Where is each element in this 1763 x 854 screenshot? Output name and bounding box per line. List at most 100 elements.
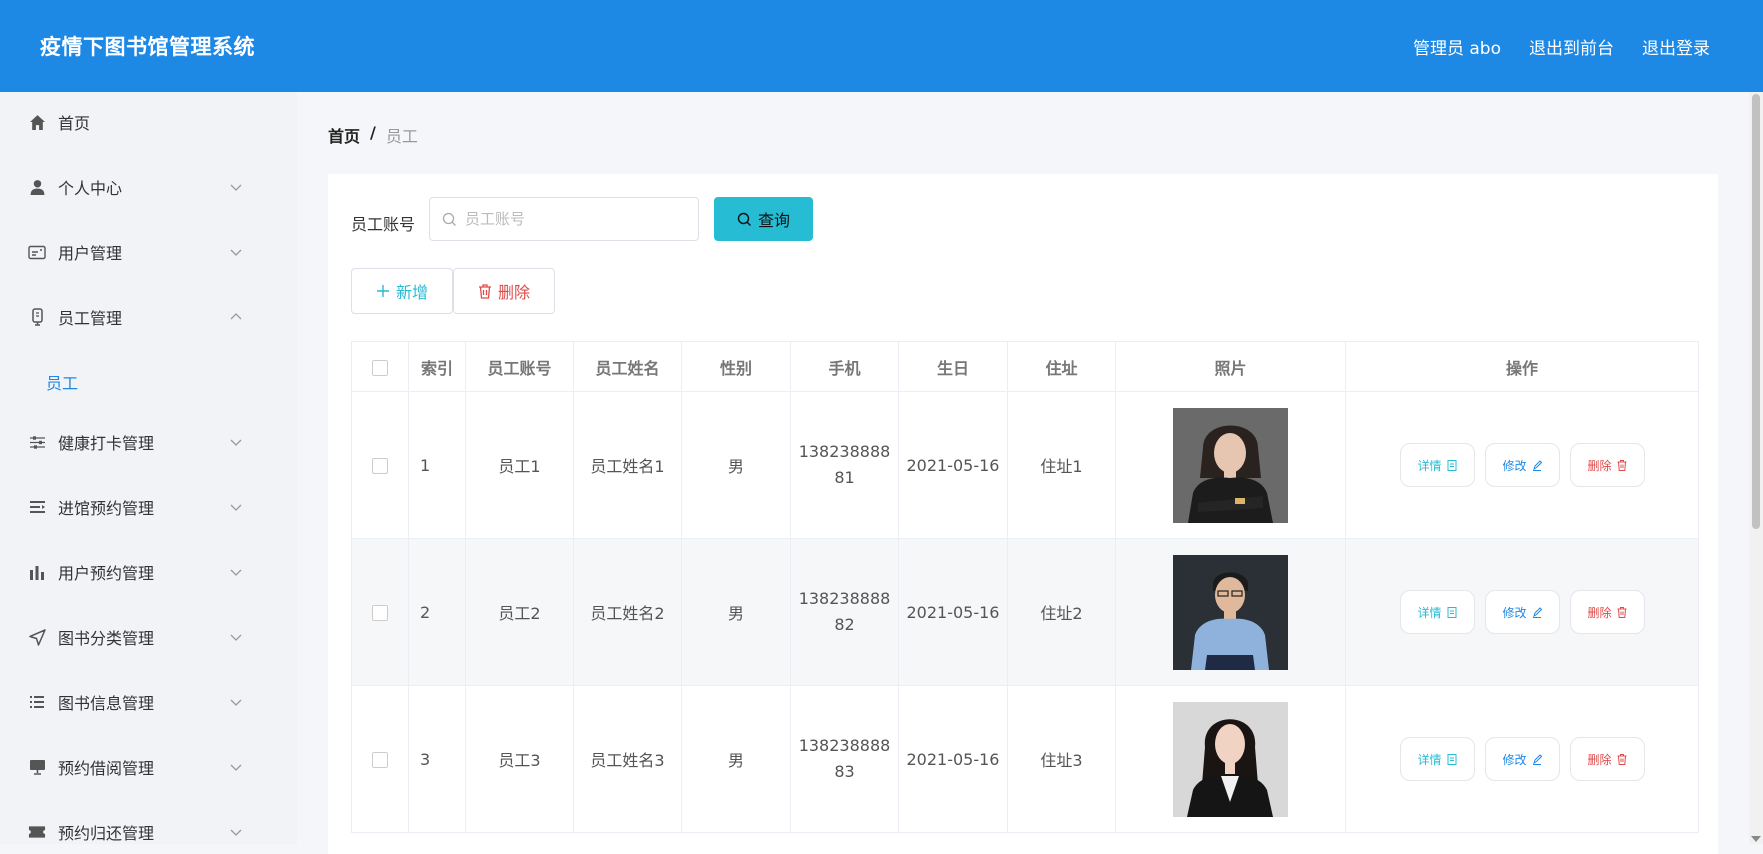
document-icon [1447, 459, 1456, 471]
sidebar-item-borrow-reservation[interactable]: 预约借阅管理 [0, 747, 297, 787]
bar-chart-icon [28, 563, 46, 581]
sidebar-item-entry-reservation[interactable]: 进馆预约管理 [0, 487, 297, 527]
row-name: 员工姓名1 [573, 391, 682, 539]
sidebar-item-user-reservation[interactable]: 用户预约管理 [0, 552, 297, 592]
sidebar-item-label: 首页 [58, 114, 91, 133]
breadcrumb: 首页 / 员工 [328, 123, 418, 147]
row-index: 3 [408, 685, 466, 833]
sidebar-item-label: 用户预约管理 [58, 564, 155, 583]
trash-icon [478, 283, 491, 299]
row-select-cell [351, 391, 409, 539]
detail-label: 详情 [1417, 605, 1442, 620]
page-scrollbar[interactable] [1749, 92, 1763, 844]
header-phone: 手机 [790, 341, 899, 392]
row-delete-button[interactable]: 删除 [1569, 737, 1645, 781]
edit-label: 修改 [1502, 605, 1527, 620]
sidebar-item-label: 预约归还管理 [58, 824, 155, 843]
header-actions: 操作 [1345, 341, 1699, 392]
user-icon [28, 178, 46, 196]
scroll-down-arrow-icon[interactable] [1751, 836, 1761, 842]
sidebar-item-label: 个人中心 [58, 179, 123, 198]
chevron-up-icon [230, 313, 242, 320]
query-button-label: 查询 [757, 211, 790, 230]
row-index: 1 [408, 391, 466, 539]
sidebar-item-health-checkin[interactable]: 健康打卡管理 [0, 422, 297, 462]
breadcrumb-home[interactable]: 首页 [328, 123, 360, 147]
chevron-down-icon [230, 439, 242, 446]
admin-link[interactable]: 管理员 abo [1413, 34, 1501, 59]
sidebar-item-label: 进馆预约管理 [58, 499, 155, 518]
id-card-icon [28, 243, 46, 261]
edit-icon [1532, 606, 1542, 618]
chevron-down-icon [230, 764, 242, 771]
row-account: 员工1 [465, 391, 574, 539]
exit-to-front-link[interactable]: 退出到前台 [1529, 34, 1614, 59]
phone-line-1: 138238888 [798, 442, 891, 461]
delete-label: 删除 [1587, 458, 1612, 473]
phone-line-2: 81 [834, 468, 855, 487]
sidebar-item-label: 图书分类管理 [58, 629, 155, 648]
table-row: 3 员工3 员工姓名3 男 138238888 83 2021-05-16 住址3 [351, 685, 1699, 833]
chevron-down-icon [230, 249, 242, 256]
search-icon [442, 212, 456, 226]
row-delete-button[interactable]: 删除 [1569, 590, 1645, 634]
sidebar-item-user-management[interactable]: 用户管理 [0, 232, 297, 272]
row-edit-button[interactable]: 修改 [1484, 590, 1560, 634]
select-all-checkbox[interactable] [372, 359, 388, 376]
batch-delete-button[interactable]: 删除 [453, 268, 555, 314]
row-birthday: 2021-05-16 [898, 538, 1008, 686]
phone-line-2: 83 [834, 762, 855, 781]
row-delete-button[interactable]: 删除 [1569, 443, 1645, 487]
send-icon [28, 628, 46, 646]
monitor-icon [28, 758, 46, 776]
row-gender: 男 [681, 685, 791, 833]
edit-icon [1532, 459, 1542, 471]
row-detail-button[interactable]: 详情 [1399, 737, 1475, 781]
sidebar-subitem-staff[interactable]: 员工 [46, 370, 78, 394]
row-gender: 男 [681, 538, 791, 686]
row-account: 员工3 [465, 685, 574, 833]
row-photo-cell [1115, 391, 1346, 539]
top-bar: 疫情下图书馆管理系统 管理员 abo 退出到前台 退出登录 [0, 0, 1763, 92]
logout-link[interactable]: 退出登录 [1642, 34, 1710, 59]
sidebar-item-staff-management[interactable]: 员工管理 [0, 297, 297, 337]
detail-label: 详情 [1417, 458, 1442, 473]
sidebar-item-return-reservation[interactable]: 预约归还管理 [0, 812, 297, 844]
row-edit-button[interactable]: 修改 [1484, 443, 1560, 487]
sidebar-item-label: 预约借阅管理 [58, 759, 155, 778]
row-edit-button[interactable]: 修改 [1484, 737, 1560, 781]
plus-icon [376, 285, 389, 297]
ticket-icon [28, 823, 46, 841]
header-select-all[interactable] [351, 341, 409, 392]
row-name: 员工姓名3 [573, 685, 682, 833]
header-name: 员工姓名 [573, 341, 682, 392]
main-content: 首页 / 员工 员工账号 查询 新增 删除 [297, 92, 1749, 854]
sidebar-item-label: 图书信息管理 [58, 694, 155, 713]
sidebar-item-book-info[interactable]: 图书信息管理 [0, 682, 297, 722]
row-photo-cell [1115, 538, 1346, 686]
row-checkbox[interactable] [372, 752, 388, 768]
chevron-down-icon [230, 504, 242, 511]
sidebar-item-home[interactable]: 首页 [0, 102, 297, 142]
chevron-down-icon [230, 699, 242, 706]
chevron-down-icon [230, 184, 242, 191]
delete-button-label: 删除 [497, 283, 530, 302]
add-button[interactable]: 新增 [351, 268, 453, 314]
query-button[interactable]: 查询 [714, 197, 813, 241]
sidebar-item-personal-center[interactable]: 个人中心 [0, 167, 297, 207]
scrollbar-thumb[interactable] [1752, 94, 1760, 529]
breadcrumb-current: 员工 [385, 127, 418, 146]
row-detail-button[interactable]: 详情 [1399, 443, 1475, 487]
row-address: 住址2 [1007, 538, 1116, 686]
sidebar-item-book-category[interactable]: 图书分类管理 [0, 617, 297, 657]
trash-icon [1617, 606, 1626, 618]
search-input[interactable] [463, 209, 687, 229]
row-checkbox[interactable] [372, 458, 388, 474]
row-detail-button[interactable]: 详情 [1399, 590, 1475, 634]
row-checkbox[interactable] [372, 605, 388, 621]
row-account: 员工2 [465, 538, 574, 686]
header-account: 员工账号 [465, 341, 574, 392]
staff-photo [1173, 407, 1288, 523]
row-name: 员工姓名2 [573, 538, 682, 686]
search-box[interactable] [429, 197, 699, 241]
